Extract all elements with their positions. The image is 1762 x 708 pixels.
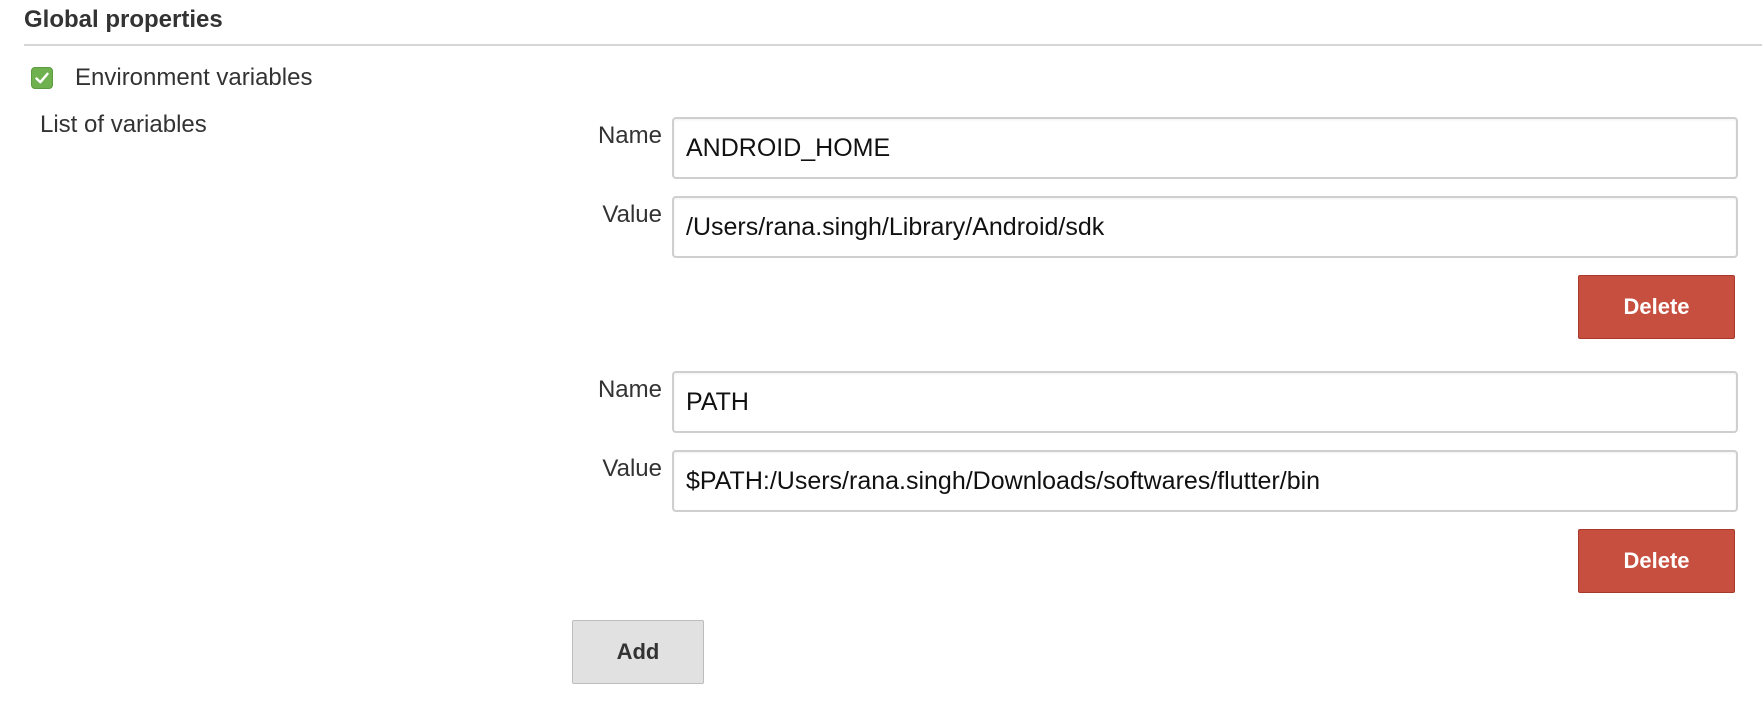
name-label: Name <box>597 376 662 403</box>
variable-value-input[interactable] <box>672 450 1738 512</box>
name-label: Name <box>597 122 662 149</box>
environment-variables-label[interactable]: Environment variables <box>75 62 312 94</box>
delete-variable-button[interactable]: Delete <box>1578 275 1735 339</box>
add-variable-button[interactable]: Add <box>572 620 704 684</box>
list-of-variables-label: List of variables <box>40 111 207 138</box>
delete-variable-button[interactable]: Delete <box>1578 529 1735 593</box>
value-label: Value <box>602 201 662 228</box>
environment-variables-checkbox[interactable] <box>31 67 53 89</box>
variable-name-input[interactable] <box>672 371 1738 433</box>
checkmark-icon <box>35 72 49 84</box>
section-title: Global properties <box>24 6 223 33</box>
value-label: Value <box>602 455 662 482</box>
section-divider <box>24 44 1762 46</box>
variable-name-input[interactable] <box>672 117 1738 179</box>
variable-value-input[interactable] <box>672 196 1738 258</box>
